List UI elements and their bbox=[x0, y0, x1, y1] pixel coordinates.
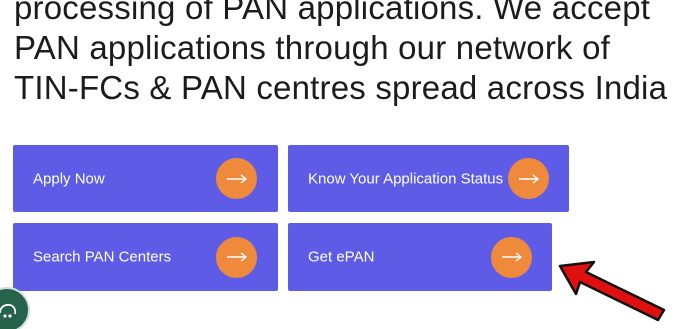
apply-now-label: Apply Now bbox=[33, 170, 105, 187]
arrow-right-icon bbox=[491, 236, 532, 278]
arrow-right-icon bbox=[508, 158, 549, 199]
know-application-status-label: Know Your Application Status bbox=[308, 170, 504, 187]
arrow-right-icon bbox=[216, 236, 257, 278]
intro-paragraph: processing of PAN applications. We accep… bbox=[14, 0, 667, 108]
search-pan-centers-label: Search PAN Centers bbox=[33, 248, 172, 266]
intro-line-2: PAN applications through our network of bbox=[14, 29, 611, 66]
page: processing of PAN applications. We accep… bbox=[0, 0, 694, 329]
get-epan-button[interactable]: Get ePAN bbox=[288, 223, 552, 291]
know-application-status-button[interactable]: Know Your Application Status bbox=[288, 145, 569, 212]
arrow-right-icon bbox=[216, 158, 257, 199]
intro-line-1: processing of PAN applications. We accep… bbox=[14, 0, 651, 26]
chat-widget-icon[interactable] bbox=[0, 287, 30, 329]
intro-line-3: TIN-FCs & PAN centres spread across Indi… bbox=[14, 69, 668, 106]
apply-now-button[interactable]: Apply Now bbox=[13, 145, 278, 212]
search-pan-centers-button[interactable]: Search PAN Centers bbox=[13, 223, 278, 291]
get-epan-label: Get ePAN bbox=[308, 248, 375, 266]
red-pointer-arrow-icon bbox=[558, 260, 666, 322]
